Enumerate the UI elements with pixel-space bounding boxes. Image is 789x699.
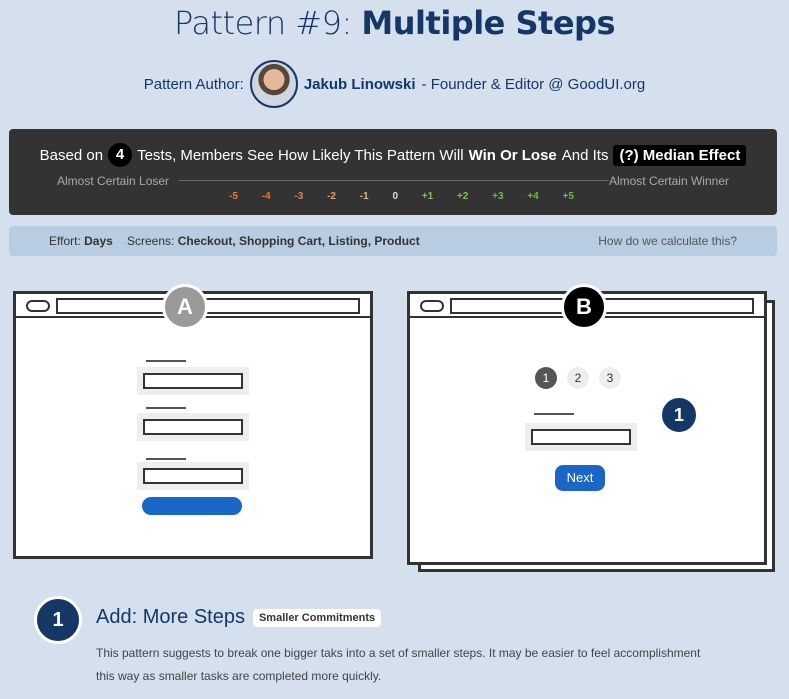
step-title: Add: More Steps Smaller Commitments <box>96 606 382 629</box>
summary-panel: Based on 4 Tests, Members See How Likely… <box>9 129 777 215</box>
summary-prefix: Based on <box>39 146 104 164</box>
screens-value: Checkout, Shopping Cart, Listing, Produc… <box>177 234 420 248</box>
effort-label: Effort: <box>49 234 81 248</box>
author-label: Pattern Author: <box>143 75 244 93</box>
scale-tick: +5 <box>562 191 574 202</box>
author-role: - Founder & Editor @ GoodUI.org <box>421 75 646 93</box>
change-marker: 1 <box>660 396 698 434</box>
scale-tick: +3 <box>492 191 504 202</box>
avatar <box>249 60 298 108</box>
scale-tick: -1 <box>359 191 369 202</box>
variant-b-mockup <box>407 291 767 565</box>
field-label-scribble <box>146 352 186 362</box>
summary-emphasis: Win Or Lose <box>468 146 557 164</box>
step-dot: 1 <box>535 367 557 389</box>
submit-button <box>142 497 242 515</box>
field-label-scribble <box>534 405 574 415</box>
field-label-scribble <box>146 399 186 409</box>
scale-tick: -3 <box>294 191 304 202</box>
form-field <box>143 419 243 435</box>
field-label-scribble <box>146 450 186 460</box>
screens: Screens: Checkout, Shopping Cart, Listin… <box>127 234 420 248</box>
author-row: Pattern Author: Jakub Linowski - Founder… <box>0 60 789 108</box>
next-button: Next <box>555 465 605 491</box>
scale-tick: -2 <box>327 191 336 202</box>
screens-label: Screens: <box>127 234 175 248</box>
variant-b-badge: B <box>561 284 607 330</box>
test-count-badge: 4 <box>108 143 133 167</box>
effort-value: Days <box>84 234 113 248</box>
form-field <box>143 373 243 389</box>
step-dot: 2 <box>567 367 589 389</box>
scale-tick: -5 <box>229 191 238 202</box>
scale-line <box>179 180 609 181</box>
scale-tick: 0 <box>392 191 398 202</box>
scale-ticks: -5 -4 -3 -2 -1 0 +1 +2 +3 +4 +5 <box>229 191 574 202</box>
scale-tick: +1 <box>421 191 434 202</box>
scale-left-label: Almost Certain Loser <box>57 174 170 188</box>
form-field <box>531 429 631 445</box>
window-dots-icon <box>26 300 50 312</box>
url-bar <box>56 298 360 314</box>
scale-tick: +2 <box>456 191 469 202</box>
scale-tick: -4 <box>261 191 271 202</box>
summary-suffix: And Its <box>561 146 609 164</box>
scale-right-label: Almost Certain Winner <box>608 174 729 188</box>
summary-text: Tests, Members See How Likely This Patte… <box>137 146 464 164</box>
summary-line: Based on 4 Tests, Members See How Likely… <box>9 143 777 167</box>
step-title-text: Add: More Steps <box>96 606 245 628</box>
title-main: Multiple Steps <box>361 4 615 42</box>
form-field <box>143 468 243 484</box>
step-description: This pattern suggests to break one bigge… <box>96 646 701 683</box>
author-name[interactable]: Jakub Linowski <box>304 76 416 93</box>
step-dot: 3 <box>599 367 621 389</box>
step-number-badge: 1 <box>34 596 82 644</box>
title-prefix: Pattern #9: <box>174 4 352 42</box>
step-tag: Smaller Commitments <box>252 608 382 627</box>
how-calculate-link[interactable]: How do we calculate this? <box>598 234 737 248</box>
window-dots-icon <box>420 300 444 312</box>
effort: Effort: Days <box>49 234 113 248</box>
variant-a-badge: A <box>162 284 208 330</box>
page-title: Pattern #9: Multiple Steps <box>0 4 789 42</box>
median-effect-button[interactable]: (?) Median Effect <box>613 144 747 166</box>
info-bar: Effort: Days Screens: Checkout, Shopping… <box>9 226 777 256</box>
scale-tick: +4 <box>527 191 539 202</box>
